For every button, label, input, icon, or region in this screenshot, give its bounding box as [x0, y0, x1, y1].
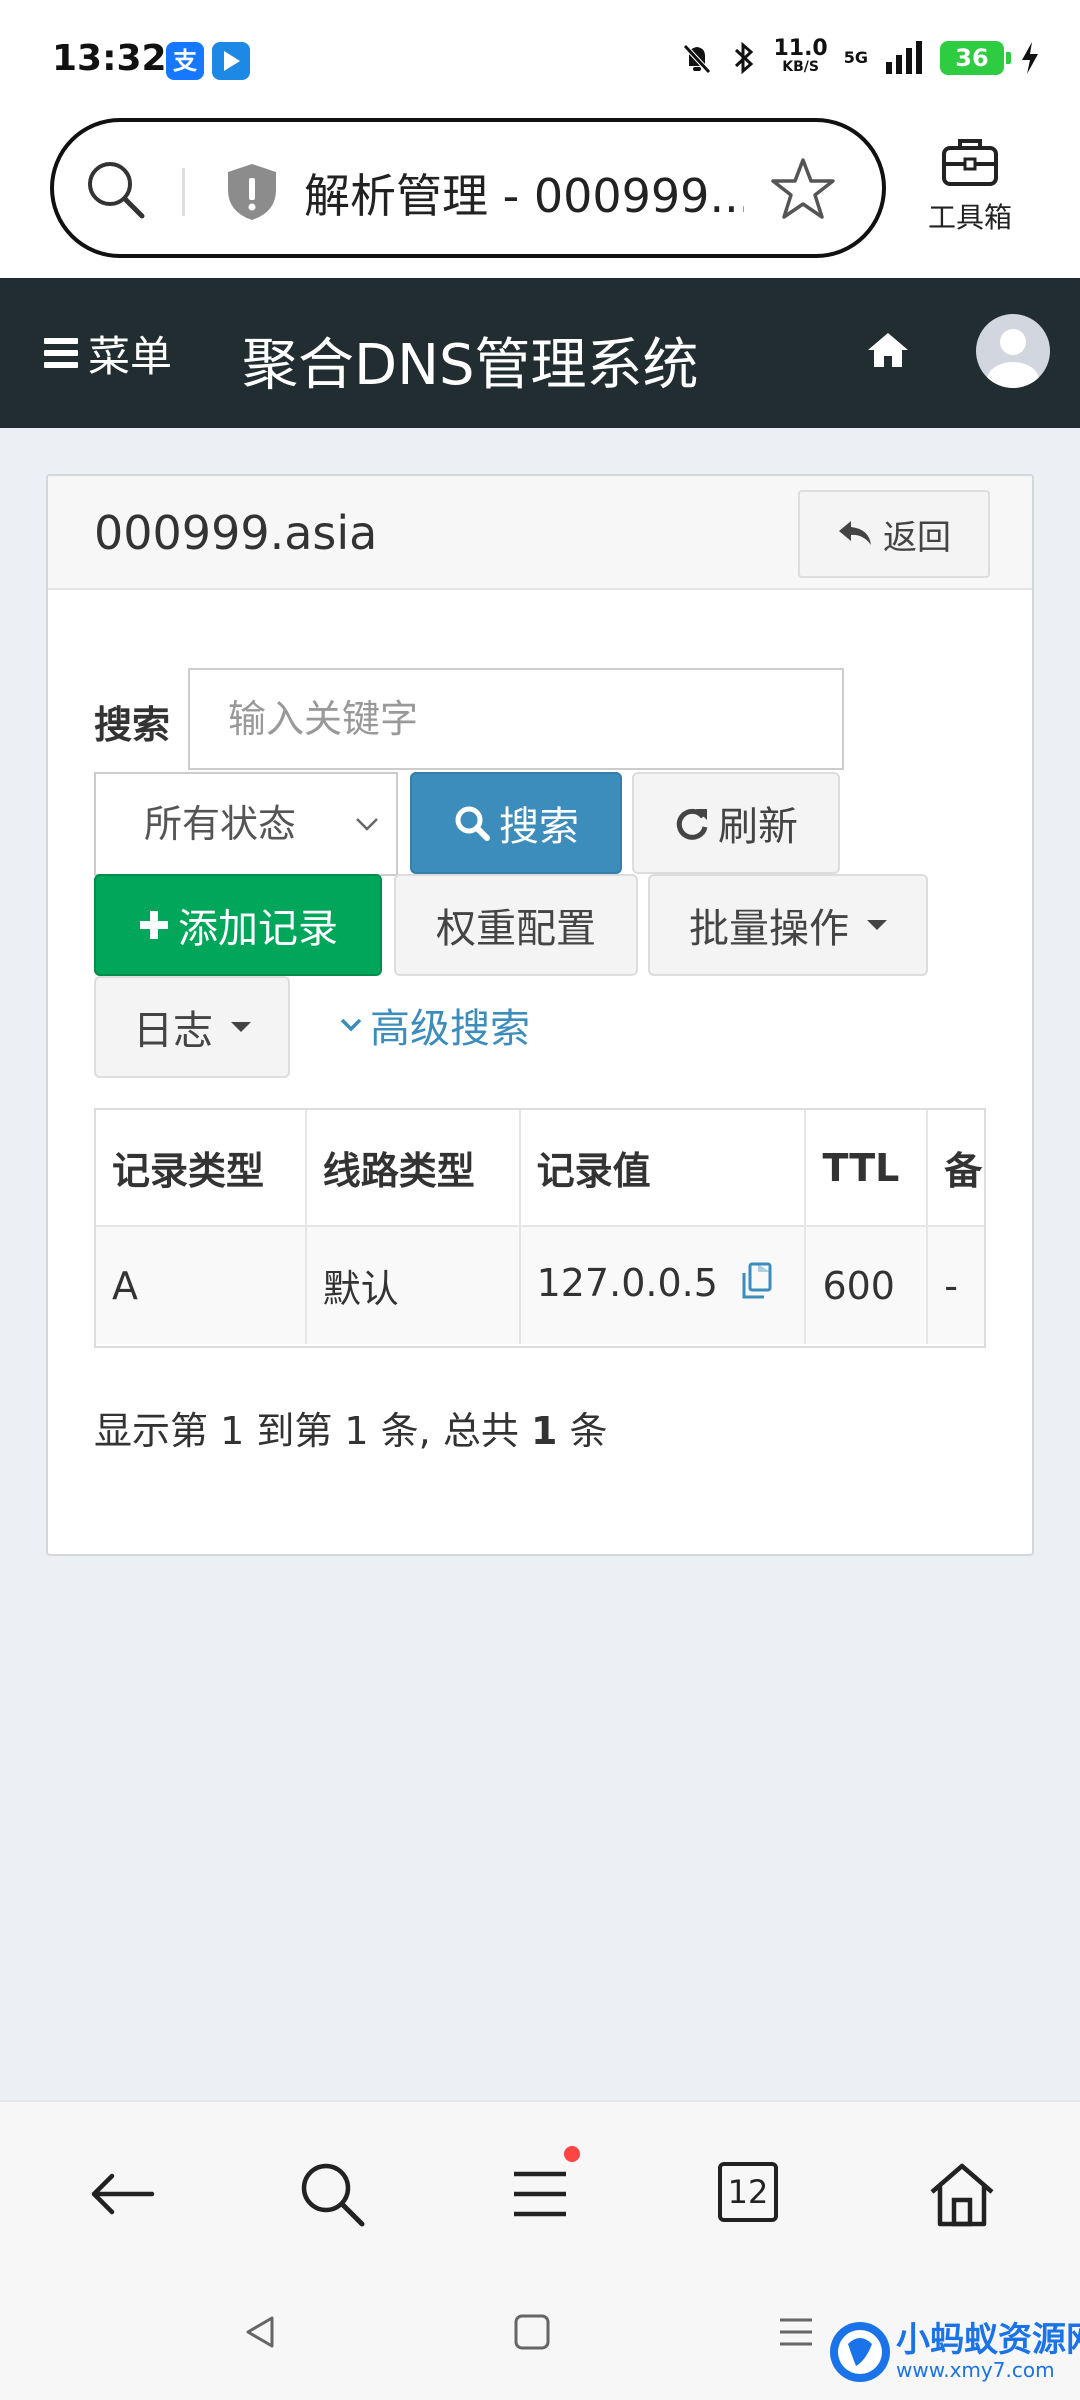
chevron-down-icon — [340, 1018, 362, 1032]
log-button[interactable]: 日志 — [94, 976, 290, 1078]
status-time: 13:32 — [52, 38, 167, 79]
app-title[interactable]: 聚合DNS管理系统 — [242, 320, 699, 401]
home-icon[interactable] — [866, 330, 910, 374]
charging-icon — [1022, 42, 1038, 74]
cell-line: 默认 — [305, 1226, 521, 1344]
add-record-label: 添加记录 — [178, 906, 338, 952]
back-arrow-icon[interactable] — [82, 2154, 162, 2234]
advanced-search-link[interactable]: 高级搜索 — [338, 996, 530, 1054]
sys-recents-icon[interactable] — [776, 2312, 816, 2352]
cell-remark: - — [927, 1226, 984, 1344]
add-record-button[interactable]: 添加记录 — [94, 874, 382, 976]
page-title[interactable]: 解析管理 - 000999... — [304, 160, 744, 226]
column-header-type[interactable]: 记录类型 — [96, 1110, 307, 1227]
status-select-value: 所有状态 — [144, 802, 297, 846]
watermark-logo-icon — [830, 2322, 890, 2382]
column-header-ttl[interactable]: TTL — [805, 1110, 929, 1227]
address-bar[interactable]: 解析管理 - 000999... — [50, 118, 886, 258]
search-icon — [455, 806, 490, 841]
search-button-label: 搜索 — [499, 804, 579, 850]
app-arrow-icon — [212, 42, 250, 80]
batch-ops-label: 批量操作 — [689, 906, 849, 952]
notification-dot — [564, 2146, 580, 2162]
app-header: 菜单 聚合DNS管理系统 — [0, 278, 1080, 428]
table-row[interactable]: A 默认 127.0.0.5 600 - — [96, 1226, 984, 1344]
refresh-button-label: 刷新 — [718, 804, 798, 850]
status-bar: 13:32 支 11.0 KB/S 5G 36 — [0, 0, 1080, 116]
domain-title: 000999.asia — [94, 506, 378, 560]
dns-records-box: 000999.asia 返回 搜索 输入关键字 所有状态 搜索 刷新 添加记录 … — [46, 474, 1034, 1556]
search-button[interactable]: 搜索 — [410, 772, 622, 874]
weight-config-label: 权重配置 — [436, 906, 596, 952]
sys-home-icon[interactable] — [512, 2312, 552, 2352]
sys-back-icon[interactable] — [240, 2312, 280, 2352]
home-icon[interactable] — [922, 2154, 1002, 2234]
copy-icon[interactable] — [736, 1261, 778, 1310]
status-icons: 11.0 KB/S 5G 36 — [679, 36, 1040, 80]
cell-value: 127.0.0.5 — [519, 1226, 807, 1344]
watermark-url: www.xmy7.com — [896, 2358, 1055, 2382]
menu-icon[interactable] — [500, 2146, 580, 2234]
plus-icon — [140, 911, 168, 939]
pagination-prefix: 显示第 1 到第 1 条, 总共 — [94, 1409, 519, 1453]
cell-type: A — [96, 1226, 307, 1344]
status-select[interactable]: 所有状态 — [94, 772, 398, 876]
net-speed: 11.0 KB/S — [773, 36, 828, 76]
refresh-button[interactable]: 刷新 — [632, 772, 840, 874]
signal-icon — [886, 41, 922, 74]
net-speed-value: 11.0 — [773, 36, 828, 61]
table-header-row: 记录类型 线路类型 记录值 TTL 备 — [96, 1110, 984, 1227]
weight-config-button[interactable]: 权重配置 — [394, 874, 638, 976]
reply-icon — [839, 521, 871, 545]
column-header-value[interactable]: 记录值 — [519, 1110, 807, 1227]
pagination-info: 显示第 1 到第 1 条, 总共 1 条 — [94, 1400, 608, 1455]
toolbox-label: 工具箱 — [927, 201, 1012, 234]
toolbox-icon — [942, 139, 998, 186]
bluetooth-icon — [735, 41, 754, 75]
shield-icon[interactable] — [224, 160, 280, 228]
column-header-line[interactable]: 线路类型 — [305, 1110, 521, 1227]
menu-label: 菜单 — [88, 331, 173, 381]
refresh-icon — [676, 808, 708, 840]
watermark: 小蚂蚁资源网 www.xmy7.com — [826, 2312, 1080, 2392]
search-icon[interactable] — [84, 158, 148, 226]
pagination-suffix: 条 — [569, 1409, 608, 1453]
divider — [182, 168, 185, 216]
browser-bottom-nav: 12 — [0, 2100, 1080, 2270]
menu-button[interactable]: 菜单 — [44, 328, 172, 381]
battery-indicator: 36 — [940, 41, 1011, 75]
column-header-remark[interactable]: 备 — [927, 1110, 984, 1227]
cell-ttl: 600 — [805, 1226, 929, 1344]
caret-down-icon — [231, 1022, 251, 1032]
network-type: 5G — [843, 48, 868, 67]
star-icon[interactable] — [768, 154, 838, 228]
menu-icon — [44, 338, 78, 368]
back-button[interactable]: 返回 — [798, 490, 990, 578]
records-table: 记录类型 线路类型 记录值 TTL 备 A 默认 127.0.0.5 600 - — [94, 1108, 986, 1348]
search-label: 搜索 — [94, 703, 171, 747]
alipay-icon: 支 — [166, 42, 204, 80]
tabs-button[interactable]: 12 — [718, 2162, 798, 2242]
batch-ops-button[interactable]: 批量操作 — [648, 874, 928, 976]
watermark-title: 小蚂蚁资源网 — [896, 2320, 1080, 2360]
browser-bar: 解析管理 - 000999... 工具箱 — [0, 116, 1080, 278]
avatar[interactable] — [976, 314, 1050, 388]
search-icon[interactable] — [292, 2154, 372, 2234]
tab-count: 12 — [718, 2162, 778, 2222]
toolbox-button[interactable]: 工具箱 — [900, 136, 1040, 236]
advanced-search-label: 高级搜索 — [370, 1006, 530, 1052]
box-header: 000999.asia 返回 — [48, 476, 1032, 590]
back-label: 返回 — [883, 517, 951, 558]
caret-down-icon — [867, 920, 887, 930]
log-label: 日志 — [133, 1008, 213, 1054]
pagination-total: 1 — [530, 1409, 558, 1453]
record-value: 127.0.0.5 — [536, 1261, 718, 1305]
mute-bell-icon — [683, 44, 712, 74]
search-input[interactable]: 输入关键字 — [188, 668, 844, 770]
